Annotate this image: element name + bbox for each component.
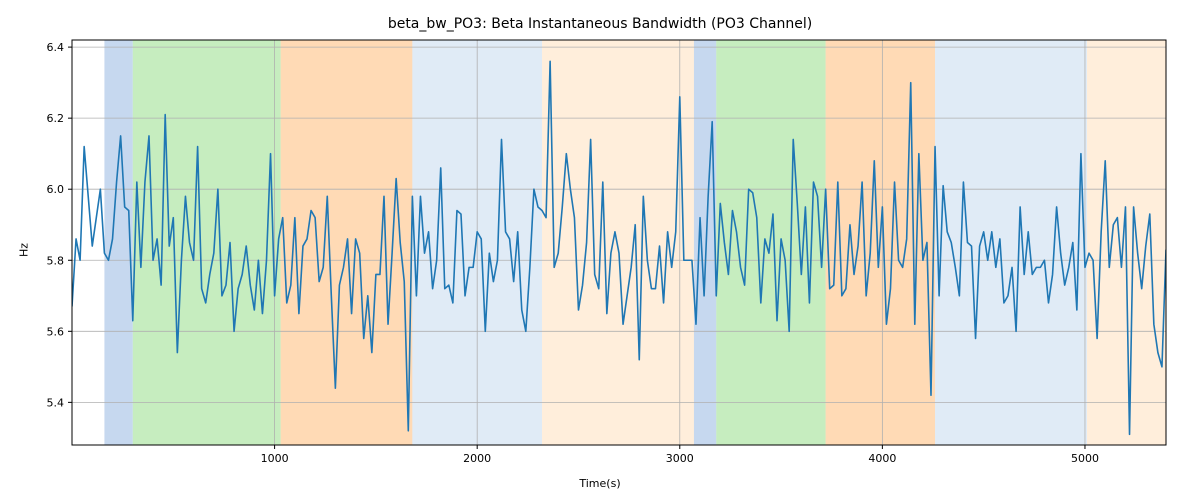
background-region [542, 40, 694, 445]
background-region [694, 40, 716, 445]
x-tick-label: 4000 [868, 452, 896, 465]
x-tick-label: 5000 [1071, 452, 1099, 465]
y-tick-label: 5.8 [47, 254, 65, 267]
y-tick-label: 5.6 [47, 325, 65, 338]
y-tick-label: 5.4 [47, 396, 65, 409]
plot-area: 1000 2000 3000 4000 5000 5.4 5.6 5.8 6.0 6.2 6.4 [0, 0, 1200, 500]
y-tick-label: 6.0 [47, 183, 65, 196]
y-tick-label: 6.2 [47, 112, 65, 125]
chart-container: beta_bw_PO3: Beta Instantaneous Bandwidt… [0, 0, 1200, 500]
x-tick-label: 1000 [261, 452, 289, 465]
background-region [104, 40, 132, 445]
x-tick-label: 2000 [463, 452, 491, 465]
y-tick-label: 6.4 [47, 41, 65, 54]
x-tick-label: 3000 [666, 452, 694, 465]
background-region [935, 40, 1087, 445]
background-region [133, 40, 281, 445]
background-region [716, 40, 825, 445]
